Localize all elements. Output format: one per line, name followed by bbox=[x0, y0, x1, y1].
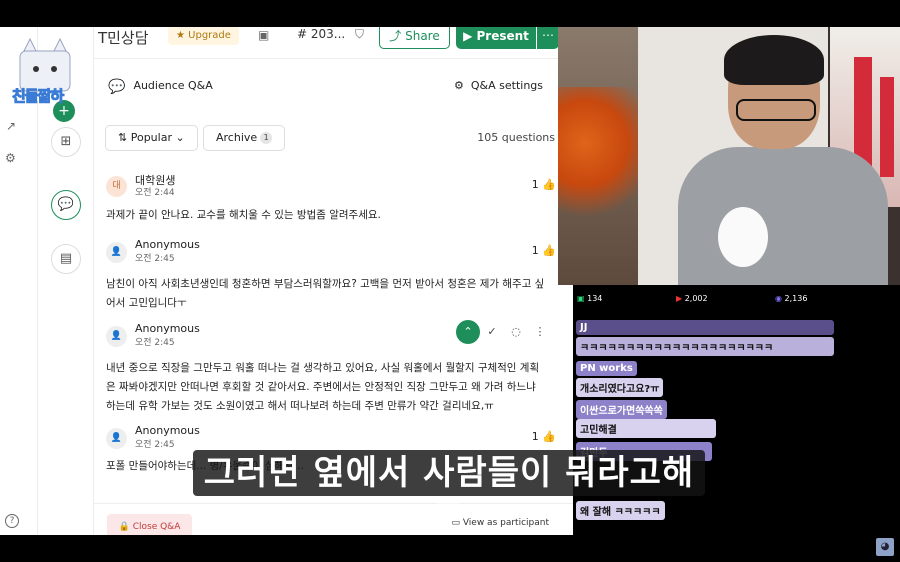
qa-icon[interactable]: 💬 bbox=[51, 190, 81, 220]
present-button[interactable]: ▶ Present bbox=[456, 27, 536, 49]
question-count: 105 questions bbox=[477, 131, 555, 144]
video-frame: ← 무엇이든 T민상담 ★ Upgrade ▣ # 203... ⛉ ⤴ Sha… bbox=[0, 0, 900, 562]
archive-count-badge: 1 bbox=[260, 132, 273, 144]
top-letterbox bbox=[0, 0, 900, 27]
qa-settings-button[interactable]: ⚙ Q&A settings bbox=[454, 79, 543, 92]
author-name: Anonymous bbox=[135, 238, 200, 251]
trend-icon[interactable]: ↗ bbox=[6, 119, 16, 133]
chat-message: 왜 잘해 ㅋㅋㅋㅋㅋ bbox=[576, 501, 665, 520]
like-count: 1 bbox=[531, 430, 539, 443]
viewer-stats: ▣ 134 ▶ 2,002 ◉ 2,136 bbox=[573, 285, 900, 311]
hoodie-dog-print bbox=[718, 207, 768, 267]
qa-title: Audience Q&A bbox=[133, 79, 213, 92]
like-button[interactable]: 1 👍 bbox=[532, 244, 556, 257]
upgrade-label: Upgrade bbox=[188, 30, 231, 41]
question-text: 과제가 끝이 안나요. 교수를 해치울 수 있는 방법좀 알려주세요. bbox=[106, 209, 381, 221]
webcam-feed bbox=[558, 27, 900, 285]
view-as-participant-button[interactable]: ▭ View as participant bbox=[451, 518, 549, 528]
autumn-leaves bbox=[558, 87, 648, 227]
video-subtitle: 그러면 옆에서 사람들이 뭐라고해도 bbox=[193, 450, 705, 539]
chat-message: 개소리였다고요?ㅠ bbox=[576, 378, 664, 397]
shield-icon[interactable]: ⛉ bbox=[355, 27, 364, 42]
present-options-button[interactable]: ⋯ bbox=[537, 27, 559, 49]
chat-message: 고민해결 bbox=[576, 419, 716, 438]
author-name: Anonymous bbox=[135, 424, 200, 437]
close-qa-button[interactable]: 🔒 Close Q&A bbox=[107, 514, 192, 535]
channel-watermark-icon: ◕ bbox=[876, 538, 894, 556]
total-viewers: ◉ 2,136 bbox=[775, 294, 807, 303]
avatar: 대 bbox=[106, 176, 127, 197]
archive-button[interactable]: Archive 1 bbox=[203, 125, 286, 151]
chat-name: 이싼으로가면쏙쏙쏙 bbox=[576, 400, 667, 419]
share-button[interactable]: ⤴ Share bbox=[379, 27, 450, 49]
streamer-hoodie bbox=[678, 147, 888, 285]
timestamp: 오전 2:44 bbox=[135, 188, 175, 198]
close-qa-label: Close Q&A bbox=[132, 522, 181, 532]
youtube-icon: ▶ bbox=[676, 294, 683, 303]
like-count: 1 bbox=[531, 178, 539, 191]
youtube-viewers: ▶ 2,002 bbox=[676, 294, 708, 303]
red-ribbon bbox=[880, 77, 894, 177]
anonymous-avatar-icon: 👤 bbox=[106, 242, 127, 263]
comment-icon[interactable]: ◌ bbox=[504, 320, 528, 344]
timestamp: 오전 2:45 bbox=[135, 338, 175, 348]
youtube-count: 2,002 bbox=[684, 294, 708, 303]
check-icon[interactable]: ✓ bbox=[480, 320, 504, 344]
anonymous-avatar-icon: 👤 bbox=[106, 326, 127, 347]
present-label: Present bbox=[476, 29, 529, 43]
chat-overlay: JJ ㅋㅋㅋㅋㅋㅋㅋㅋㅋㅋㅋㅋㅋㅋㅋㅋㅋㅋㅋㅋㅋ PN works 개소리였다고… bbox=[573, 311, 900, 535]
like-count: 1 bbox=[531, 244, 539, 257]
streamer-hair bbox=[724, 35, 824, 85]
sort-label: Popular bbox=[130, 131, 172, 144]
qa-settings-label: Q&A settings bbox=[470, 79, 543, 92]
qa-footer: 🔒 Close Q&A ▭ View as participant bbox=[94, 503, 573, 535]
chzzk-count: 134 bbox=[587, 294, 603, 303]
grid-icon[interactable]: ⊞ bbox=[51, 127, 81, 157]
qa-heading: 💬 Audience Q&A bbox=[108, 79, 213, 95]
gear-icon[interactable]: ⚙ bbox=[5, 151, 16, 165]
total-icon: ◉ bbox=[775, 294, 782, 303]
timestamp: 오전 2:45 bbox=[135, 440, 175, 450]
question-text: 남친이 아직 사회초년생인데 청혼하면 부담스러워할까요? 고백을 먼저 받아서… bbox=[106, 278, 545, 309]
chat-name: PN works bbox=[576, 361, 637, 376]
chat-message: ㅋㅋㅋㅋㅋㅋㅋㅋㅋㅋㅋㅋㅋㅋㅋㅋㅋㅋㅋㅋㅋ bbox=[576, 337, 834, 356]
archive-label: Archive bbox=[216, 131, 258, 144]
sort-dropdown[interactable]: ⇅ Popular ⌄ bbox=[105, 125, 198, 151]
channel-logo: 친돌짧하 bbox=[6, 37, 86, 109]
chzzk-viewers: ▣ 134 bbox=[577, 294, 602, 303]
upgrade-button[interactable]: ★ Upgrade bbox=[168, 27, 239, 45]
like-button[interactable]: 1 👍 bbox=[532, 178, 556, 191]
calendar-icon[interactable]: ▣ bbox=[258, 28, 269, 42]
chat-name: JJ bbox=[576, 320, 834, 335]
chat-icon: 💬 bbox=[108, 79, 126, 95]
question-actions: ⌃ ✓ ◌ ⋮ bbox=[456, 320, 556, 346]
view-as-participant-label: View as participant bbox=[462, 518, 549, 528]
share-label: Share bbox=[405, 29, 440, 43]
more-icon[interactable]: ⋮ bbox=[528, 320, 552, 344]
like-button[interactable]: 1 👍 bbox=[532, 430, 556, 443]
notes-icon[interactable]: ▤ bbox=[51, 244, 81, 274]
timestamp: 오전 2:45 bbox=[135, 254, 175, 264]
help-icon[interactable]: ? bbox=[5, 514, 19, 528]
upvote-icon[interactable]: ⌃ bbox=[456, 320, 480, 344]
author-name: Anonymous bbox=[135, 322, 200, 335]
glasses bbox=[736, 99, 816, 121]
access-code[interactable]: # 203... bbox=[297, 27, 345, 41]
question-text: 내년 중으로 직장을 그만두고 워홀 떠나는 걸 생각하고 있어요, 사실 워홀… bbox=[106, 362, 540, 412]
anonymous-avatar-icon: 👤 bbox=[106, 428, 127, 449]
logo-text: 친돌짧하 bbox=[11, 87, 64, 106]
total-count: 2,136 bbox=[784, 294, 808, 303]
bottom-letterbox bbox=[0, 535, 900, 562]
chzzk-icon: ▣ bbox=[577, 294, 585, 303]
